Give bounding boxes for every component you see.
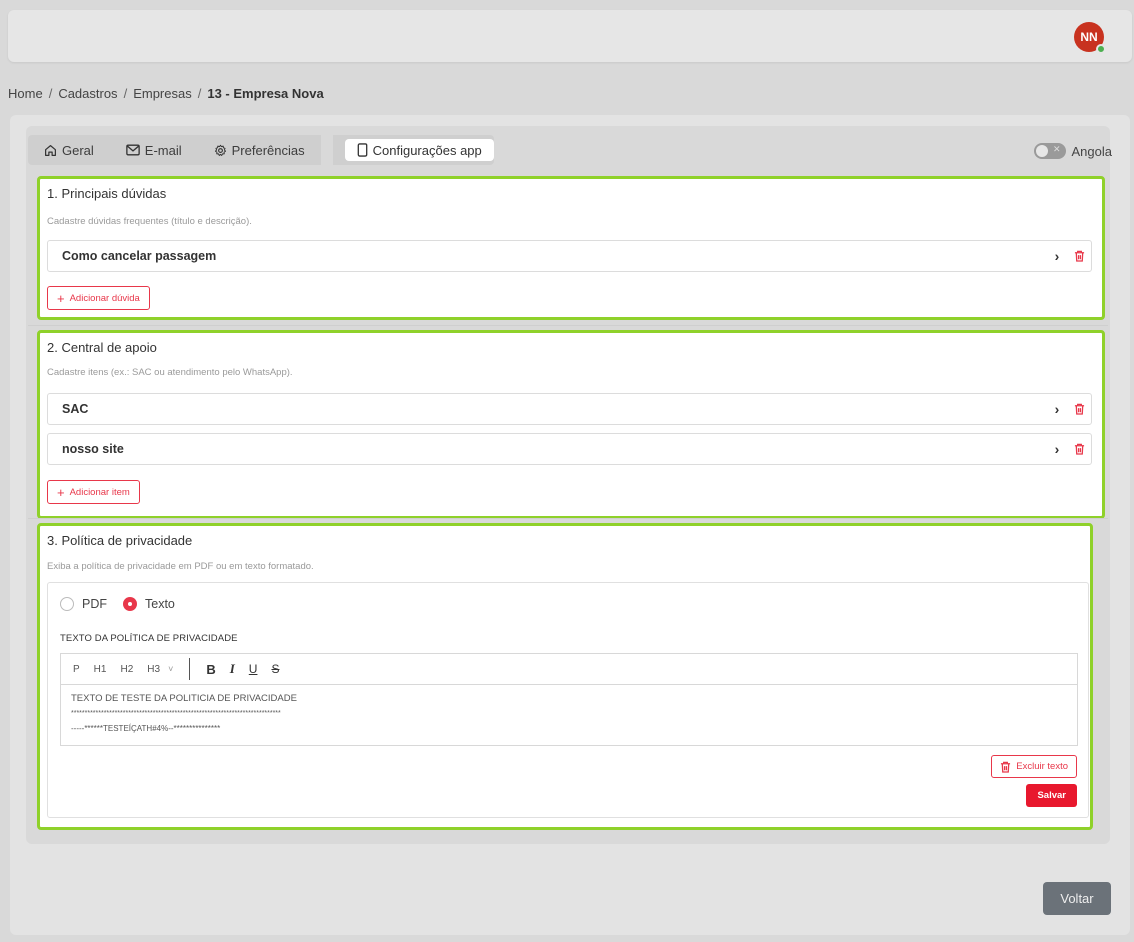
top-bar: NN <box>8 10 1132 62</box>
editor-line: ****************************************… <box>71 710 281 717</box>
radio-pdf[interactable] <box>60 597 74 611</box>
editor-line: -----******TESTEÍÇATH#4%--**************… <box>71 724 221 733</box>
trash-icon <box>1001 761 1011 773</box>
mail-icon <box>126 144 140 156</box>
tab-configuracoes-app[interactable]: Configurações app <box>344 139 494 161</box>
list-item-label: Como cancelar passagem <box>62 249 217 263</box>
gear-icon <box>214 144 226 156</box>
radio-text[interactable] <box>123 597 137 611</box>
list-item-label: nosso site <box>62 442 124 456</box>
strikethrough-button[interactable]: S <box>271 662 279 676</box>
section-faq: 1. Principais dúvidas Cadastre dúvidas f… <box>37 176 1105 320</box>
section-faq-title: 1. Principais dúvidas <box>47 186 167 201</box>
delete-text-label: Excluir texto <box>1016 761 1068 772</box>
plus-icon: + <box>57 484 65 500</box>
section-support-desc: Cadastre itens (ex.: SAC ou atendimento … <box>47 367 293 378</box>
toggle-knob <box>1035 145 1048 157</box>
tab-email[interactable]: E-mail <box>110 135 198 165</box>
country-toggle: ✕ Angola <box>1033 143 1112 159</box>
paragraph-button[interactable]: P <box>73 664 80 675</box>
list-item[interactable]: SAC › <box>47 393 1092 425</box>
breadcrumb-current: 13 - Empresa Nova <box>207 86 324 101</box>
trash-icon[interactable] <box>1067 403 1091 415</box>
list-item-label: SAC <box>62 402 89 416</box>
breadcrumb-separator: / <box>197 86 202 101</box>
breadcrumb-separator: / <box>123 86 128 101</box>
toolbar-separator <box>189 658 191 680</box>
heading2-button[interactable]: H2 <box>120 664 133 675</box>
policy-format-radio-group: PDF Texto <box>60 597 175 611</box>
trash-icon[interactable] <box>1067 250 1091 262</box>
toggle-label: Angola <box>1071 143 1112 159</box>
section-support: 2. Central de apoio Cadastre itens (ex.:… <box>37 330 1105 519</box>
tab-preferencias-label: Preferências <box>231 142 305 158</box>
breadcrumb-home[interactable]: Home <box>8 86 43 101</box>
editor-line: TEXTO DE TESTE DA POLITICIA DE PRIVACIDA… <box>71 693 297 704</box>
tab-configuracoes-app-label: Configurações app <box>372 142 482 158</box>
section-support-title: 2. Central de apoio <box>47 340 157 355</box>
breadcrumb: Home / Cadastros / Empresas / 13 - Empresa Nov… <box>8 86 324 101</box>
delete-text-button[interactable]: Excluir texto <box>991 755 1077 778</box>
policy-text-editor[interactable]: TEXTO DE TESTE DA POLITICIA DE PRIVACIDA… <box>60 684 1078 746</box>
list-item[interactable]: Como cancelar passagem › <box>47 240 1092 272</box>
more-headings-icon[interactable]: ˅ <box>168 664 173 674</box>
chevron-right-icon[interactable]: › <box>1047 248 1067 264</box>
divider <box>28 325 1108 326</box>
phone-icon <box>357 143 367 157</box>
online-status-dot <box>1096 44 1106 54</box>
avatar-initials: NN <box>1080 30 1098 44</box>
tab-geral-label: Geral <box>62 142 94 158</box>
add-faq-button[interactable]: + Adicionar dúvida <box>47 286 150 310</box>
save-button[interactable]: Salvar <box>1026 784 1077 807</box>
section-faq-desc: Cadastre dúvidas frequentes (título e de… <box>47 216 252 227</box>
heading3-button[interactable]: H3 <box>147 664 160 675</box>
chevron-right-icon[interactable]: › <box>1047 441 1067 457</box>
editor-toolbar: P H1 H2 H3 ˅ B I U S <box>60 653 1078 684</box>
radio-pdf-label[interactable]: PDF <box>82 597 107 611</box>
breadcrumb-separator: / <box>48 86 53 101</box>
italic-button[interactable]: I <box>230 661 235 677</box>
radio-text-label[interactable]: Texto <box>145 597 175 611</box>
add-support-item-button[interactable]: + Adicionar item <box>47 480 140 504</box>
section-privacy: 3. Política de privacidade Exiba a polít… <box>37 523 1093 830</box>
list-item[interactable]: nosso site › <box>47 433 1092 465</box>
angola-toggle[interactable]: ✕ <box>1033 143 1066 159</box>
add-faq-label: Adicionar dúvida <box>69 292 140 304</box>
breadcrumb-cadastros[interactable]: Cadastros <box>58 86 117 101</box>
privacy-policy-box: PDF Texto TEXTO DA POLÍTICA DE PRIVACIDA… <box>47 582 1089 818</box>
section-privacy-desc: Exiba a política de privacidade em PDF o… <box>47 561 314 572</box>
avatar[interactable]: NN <box>1074 22 1106 54</box>
add-support-item-label: Adicionar item <box>69 486 130 498</box>
divider <box>28 518 1108 519</box>
trash-icon[interactable] <box>1067 443 1091 455</box>
home-icon <box>45 144 56 156</box>
section-privacy-title: 3. Política de privacidade <box>47 533 193 548</box>
heading1-button[interactable]: H1 <box>94 664 107 675</box>
tab-email-label: E-mail <box>144 142 182 158</box>
policy-text-label: TEXTO DA POLÍTICA DE PRIVACIDADE <box>60 633 238 644</box>
underline-button[interactable]: U <box>249 662 258 676</box>
toggle-off-icon: ✕ <box>1052 144 1061 154</box>
tab-bar: Geral E-mail Preferências Configurações … <box>28 135 494 165</box>
chevron-right-icon[interactable]: › <box>1047 401 1067 417</box>
bold-button[interactable]: B <box>206 662 215 677</box>
tab-gap <box>320 135 333 165</box>
back-button[interactable]: Voltar <box>1043 882 1111 915</box>
plus-icon: + <box>57 290 65 306</box>
tab-preferencias[interactable]: Preferências <box>198 135 321 165</box>
tab-geral[interactable]: Geral <box>28 135 110 165</box>
breadcrumb-empresas[interactable]: Empresas <box>133 86 192 101</box>
